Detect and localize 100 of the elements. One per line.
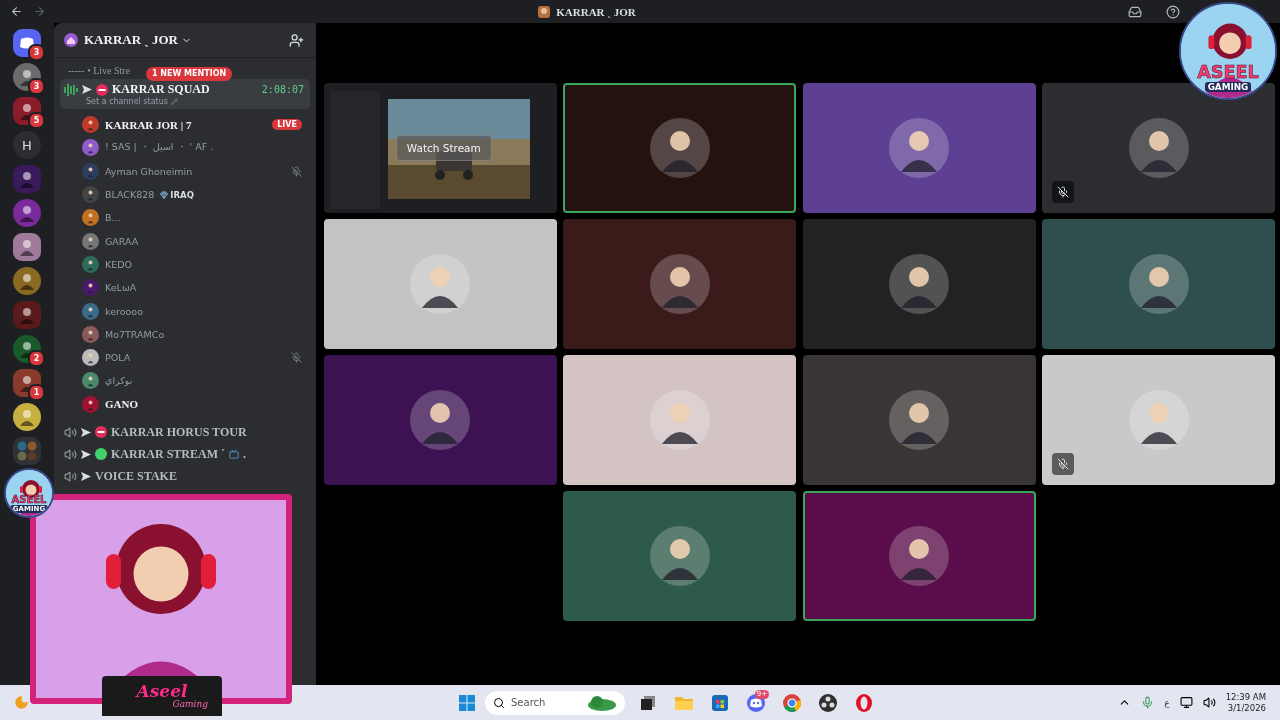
member-name[interactable]: Mo7TRAMCo: [105, 328, 165, 340]
invite-icon[interactable]: [289, 32, 304, 48]
video-tile[interactable]: [802, 83, 1036, 213]
video-tile[interactable]: [802, 491, 1036, 621]
avatar: [649, 526, 710, 586]
server-button[interactable]: [13, 403, 41, 431]
video-tile[interactable]: Watch Stream: [323, 83, 557, 213]
member-name[interactable]: keroooo: [105, 305, 143, 317]
member-name[interactable]: KeLωA: [105, 282, 137, 294]
voice-channel[interactable]: KARRAR STREAM ´ .: [60, 443, 310, 465]
pencil-icon[interactable]: [170, 98, 178, 105]
video-tile[interactable]: [1042, 83, 1276, 213]
avatar: [649, 390, 710, 450]
member-name[interactable]: KEDO: [105, 258, 133, 270]
arrow-icon: [81, 449, 91, 459]
channel-name: KARRAR STREAM ´: [111, 446, 225, 462]
video-tile[interactable]: [563, 83, 797, 213]
video-tile[interactable]: [1042, 355, 1276, 485]
clock[interactable]: 12:39 AM 3/1/2026: [1225, 691, 1266, 714]
call-timer: 2:08:07: [261, 84, 304, 95]
figure-icon: [18, 238, 36, 256]
window-title: KARRAR ˎ JOR: [556, 5, 636, 18]
video-tile[interactable]: [563, 491, 797, 621]
avatar: [410, 390, 471, 450]
server-icon: [64, 33, 78, 47]
server-button[interactable]: [13, 267, 41, 295]
landscape-icon: [587, 694, 617, 711]
channel-name: KARRAR SQUAD: [112, 82, 210, 97]
video-tile[interactable]: [563, 219, 797, 349]
voice-channel[interactable]: VOICE STAKE: [60, 465, 310, 487]
live-badge: LIVE: [272, 119, 302, 131]
speaker-icon: [64, 447, 77, 461]
member-name[interactable]: KARRAR JOR | 7: [105, 118, 192, 131]
chat-app-icon: [19, 37, 35, 49]
notification-badge: 3: [28, 44, 45, 61]
notification-badge: 3: [28, 78, 45, 95]
volume-icon[interactable]: [1202, 696, 1216, 709]
avatar: [1128, 390, 1189, 450]
circle-icon: [95, 448, 107, 461]
server-name[interactable]: KARRAR ˎ JOR: [84, 32, 283, 48]
server-button[interactable]: [13, 301, 41, 329]
avatar: [1128, 118, 1189, 178]
category-label: ----- • Live Stre: [68, 65, 131, 77]
no-entry-icon: [95, 426, 107, 439]
arrow-icon: [81, 427, 91, 437]
member-name[interactable]: Ayman Ghoneimin: [105, 165, 193, 177]
server-button[interactable]: H: [13, 131, 41, 159]
figure-icon: [18, 272, 36, 290]
channel-name: VOICE STAKE: [95, 468, 177, 484]
figure-icon: [18, 306, 36, 324]
video-tile[interactable]: [802, 355, 1036, 485]
arrow-icon: [81, 471, 91, 481]
video-tile[interactable]: [802, 219, 1036, 349]
figure-icon: [18, 408, 36, 426]
notification-badge: 5: [28, 112, 45, 129]
channel-status[interactable]: Set a channel status: [64, 97, 304, 106]
member-name[interactable]: B...: [105, 212, 121, 224]
notification-badge: 2: [28, 350, 45, 367]
start-icon[interactable]: [459, 694, 475, 711]
server-folder[interactable]: [13, 437, 41, 465]
avatar: [889, 118, 950, 178]
avatar: [889, 390, 950, 450]
video-tile[interactable]: [1042, 219, 1276, 349]
back-icon[interactable]: [10, 5, 23, 18]
video-tile[interactable]: [323, 355, 557, 485]
member-name[interactable]: POLA: [105, 352, 131, 364]
arrow-icon: [82, 85, 92, 94]
video-tile[interactable]: [563, 355, 797, 485]
voice-channel[interactable]: KARRAR SQUAD 2:08:07 Set a channel status: [60, 79, 310, 109]
server-button[interactable]: [13, 199, 41, 227]
avatar: [1128, 254, 1189, 314]
search-field[interactable]: Search: [485, 690, 625, 715]
avatar: [410, 254, 471, 314]
forward-icon[interactable]: [33, 5, 46, 18]
server-button[interactable]: [13, 233, 41, 261]
avatar: [889, 526, 950, 586]
channel-name-suffix: .: [243, 446, 246, 462]
no-entry-icon: [96, 83, 108, 96]
search-icon: [493, 696, 505, 709]
member-name[interactable]: ! SAS | ・ اسيل ・ ' AF .: [105, 141, 214, 155]
sound-wave-icon: [64, 83, 78, 96]
server-icon: [538, 5, 551, 18]
watch-stream-button[interactable]: Watch Stream: [395, 135, 492, 161]
member-name[interactable]: BLACK828: [105, 189, 155, 201]
speaker-icon: [64, 425, 77, 439]
help-icon[interactable]: [1166, 4, 1180, 19]
language-indicator[interactable]: ع: [1164, 697, 1170, 708]
network-icon[interactable]: [1179, 696, 1193, 709]
member-name[interactable]: GANO: [105, 398, 138, 411]
speaker-icon: [64, 469, 77, 483]
channel-name: KARRAR HORUS TOUR: [111, 424, 247, 440]
inbox-icon[interactable]: [1128, 4, 1142, 19]
microphone-icon[interactable]: [1141, 696, 1155, 709]
video-tile[interactable]: [323, 219, 557, 349]
voice-channel[interactable]: KARRAR HORUS TOUR: [60, 421, 310, 443]
member-name[interactable]: نوكراي: [105, 375, 133, 387]
member-name[interactable]: GARAA: [105, 235, 139, 247]
mention-badge[interactable]: 1 NEW MENTION: [146, 67, 233, 81]
notification-badge: 1: [28, 384, 45, 401]
server-button[interactable]: [13, 165, 41, 193]
